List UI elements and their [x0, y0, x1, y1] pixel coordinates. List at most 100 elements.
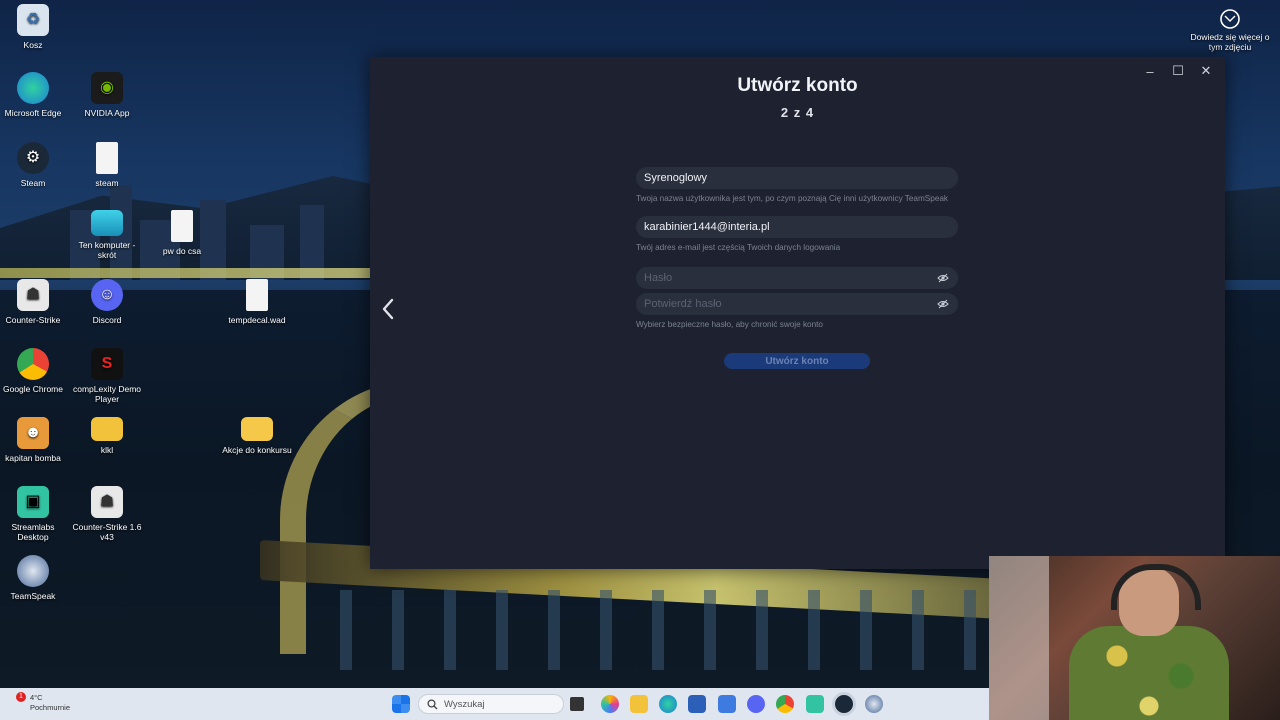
page-title: Utwórz konto	[737, 75, 858, 96]
desktop-icon-klkl[interactable]: klkl	[71, 417, 143, 455]
back-chevron-icon[interactable]	[380, 297, 396, 321]
task-view-icon[interactable]	[570, 697, 584, 711]
file-icon	[246, 279, 268, 311]
mail-icon[interactable]	[718, 695, 736, 713]
nvidia-icon: ◉	[91, 72, 123, 104]
search-placeholder: Wyszukaj	[444, 698, 485, 710]
desktop-icon-discord[interactable]: ☺ Discord	[71, 279, 143, 325]
store-icon[interactable]	[688, 695, 706, 713]
registration-form: Syrenoglowy Twoja nazwa użytkownika jest…	[636, 167, 958, 330]
kapitan-bomba-icon: ☻	[17, 417, 49, 449]
desktop-icon-label: TeamSpeak	[10, 591, 56, 601]
desktop-icon-label: Google Chrome	[2, 384, 63, 394]
desktop-icon-label: Kosz	[23, 40, 43, 50]
password-hint: Wybierz bezpieczne hasło, aby chronić sw…	[636, 320, 823, 329]
desktop-icon-steam[interactable]: ⚙ Steam	[0, 142, 69, 188]
weather-temperature: 4°C	[30, 693, 43, 702]
desktop-icon-label: kapitan bomba	[5, 453, 61, 463]
desktop-icon-complexity[interactable]: S compLexity Demo Player	[71, 348, 143, 404]
counter-strike-icon: ☗	[91, 486, 123, 518]
create-account-button[interactable]: Utwórz konto	[724, 353, 870, 369]
file-icon	[171, 210, 193, 242]
desktop-icon-chrome[interactable]: Google Chrome	[0, 348, 69, 394]
desktop-icon-label: steam	[95, 178, 119, 188]
weather-widget[interactable]: 1 4°C Pochmurnie	[14, 692, 71, 713]
step-indicator: 2 z 4	[780, 105, 815, 120]
edge-taskbar-icon[interactable]	[659, 695, 677, 713]
desktop-icon-label: Microsoft Edge	[4, 108, 62, 118]
create-account-window: – ☐ ✕ Utwórz konto 2 z 4 Syrenoglowy Two…	[370, 57, 1225, 569]
folder-icon	[91, 417, 123, 441]
wallpaper-far-bridge	[0, 268, 380, 278]
password-placeholder: Hasło	[644, 272, 673, 284]
discord-icon: ☺	[91, 279, 123, 311]
streamlabs-taskbar-icon[interactable]	[806, 695, 824, 713]
confirm-password-placeholder: Potwierdź hasło	[644, 298, 722, 310]
streamlabs-icon: ▣	[17, 486, 49, 518]
file-explorer-icon[interactable]	[630, 695, 648, 713]
folder-icon	[241, 417, 273, 441]
desktop-icon-teamspeak[interactable]: TeamSpeak	[0, 555, 69, 601]
learn-about-picture-label: Dowiedz się więcej o tym zdjęciu	[1190, 32, 1270, 52]
desktop-icon-akcje[interactable]: Akcje do konkursu	[221, 417, 293, 455]
desktop-icon-kapitan-bomba[interactable]: ☻ kapitan bomba	[0, 417, 69, 463]
desktop-icon-recycle-bin[interactable]: ♻ Kosz	[0, 4, 69, 50]
desktop-icon-counter-strike[interactable]: ☗ Counter-Strike	[0, 279, 69, 325]
desktop-icon-label: pw do csa	[162, 246, 202, 256]
desktop-icon-label: Counter-Strike	[5, 315, 61, 325]
email-hint: Twój adres e-mail jest częścią Twoich da…	[636, 243, 841, 252]
eye-off-icon[interactable]	[937, 298, 949, 310]
teamspeak-taskbar-icon[interactable]	[865, 695, 883, 713]
taskbar: 1 4°C Pochmurnie Wyszukaj	[0, 688, 989, 720]
webcam-overlay	[989, 556, 1280, 720]
search-box[interactable]: Wyszukaj	[418, 694, 564, 714]
desktop-icon-label: tempdecal.wad	[228, 315, 286, 325]
desktop-icon-label: compLexity Demo Player	[72, 384, 142, 404]
wallpaper-bridge-pillars	[300, 590, 1000, 670]
weather-condition: Pochmurnie	[30, 703, 71, 712]
learn-about-picture[interactable]: Dowiedz się więcej o tym zdjęciu	[1190, 8, 1270, 52]
desktop-icon-label: NVIDIA App	[84, 108, 130, 118]
complexity-icon: S	[91, 348, 123, 380]
file-icon	[96, 142, 118, 174]
password-field[interactable]: Hasło	[636, 267, 958, 289]
username-field[interactable]: Syrenoglowy	[636, 167, 958, 189]
desktop-icon-label: Steam	[20, 178, 46, 188]
desktop-icon-this-pc[interactable]: Ten komputer - skrót	[71, 210, 143, 260]
discord-taskbar-icon[interactable]	[747, 695, 765, 713]
recycle-bin-icon: ♻	[17, 4, 49, 36]
webcam-headphones	[1111, 564, 1201, 610]
chrome-taskbar-icon[interactable]	[776, 695, 794, 713]
desktop-icon-label: Streamlabs Desktop	[11, 522, 55, 542]
username-hint: Twoja nazwa użytkownika jest tym, po czy…	[636, 194, 949, 203]
desktop-icon-counter-strike-16[interactable]: ☗ Counter-Strike 1.6 v43	[71, 486, 143, 542]
edge-icon	[17, 72, 49, 104]
webcam-background	[989, 556, 1049, 720]
desktop-icon-steam-file[interactable]: steam	[71, 142, 143, 188]
desktop-icon-nvidia[interactable]: ◉ NVIDIA App	[71, 72, 143, 118]
camera-info-icon	[1220, 9, 1240, 29]
steam-icon: ⚙	[17, 142, 49, 174]
confirm-password-field[interactable]: Potwierdź hasło	[636, 293, 958, 315]
search-icon	[427, 698, 438, 709]
email-field[interactable]: karabinier1444@interia.pl	[636, 216, 958, 238]
desktop-icon-tempdecal[interactable]: tempdecal.wad	[221, 279, 293, 325]
webcam-person-shirt	[1069, 626, 1229, 720]
desktop-icon-label: Akcje do konkursu	[222, 445, 292, 455]
desktop-icon-pw-do-csa[interactable]: pw do csa	[146, 210, 218, 256]
desktop-icon-label: Discord	[92, 315, 122, 325]
copilot-icon[interactable]	[601, 695, 619, 713]
computer-icon	[91, 210, 123, 236]
weather-badge: 1	[16, 692, 26, 702]
teamspeak-icon	[17, 555, 49, 587]
chrome-icon	[17, 348, 49, 380]
desktop-icon-streamlabs[interactable]: ▣ Streamlabs Desktop	[0, 486, 69, 542]
desktop-icon-label: Counter-Strike 1.6 v43	[72, 522, 142, 542]
desktop-icon-label: klkl	[100, 445, 114, 455]
desktop-icon-edge[interactable]: Microsoft Edge	[0, 72, 69, 118]
steam-taskbar-icon[interactable]	[835, 695, 853, 713]
desktop-icon-label: Ten komputer - skrót	[78, 240, 136, 260]
eye-off-icon[interactable]	[937, 272, 949, 284]
start-windows-icon[interactable]	[392, 695, 410, 713]
counter-strike-icon: ☗	[17, 279, 49, 311]
